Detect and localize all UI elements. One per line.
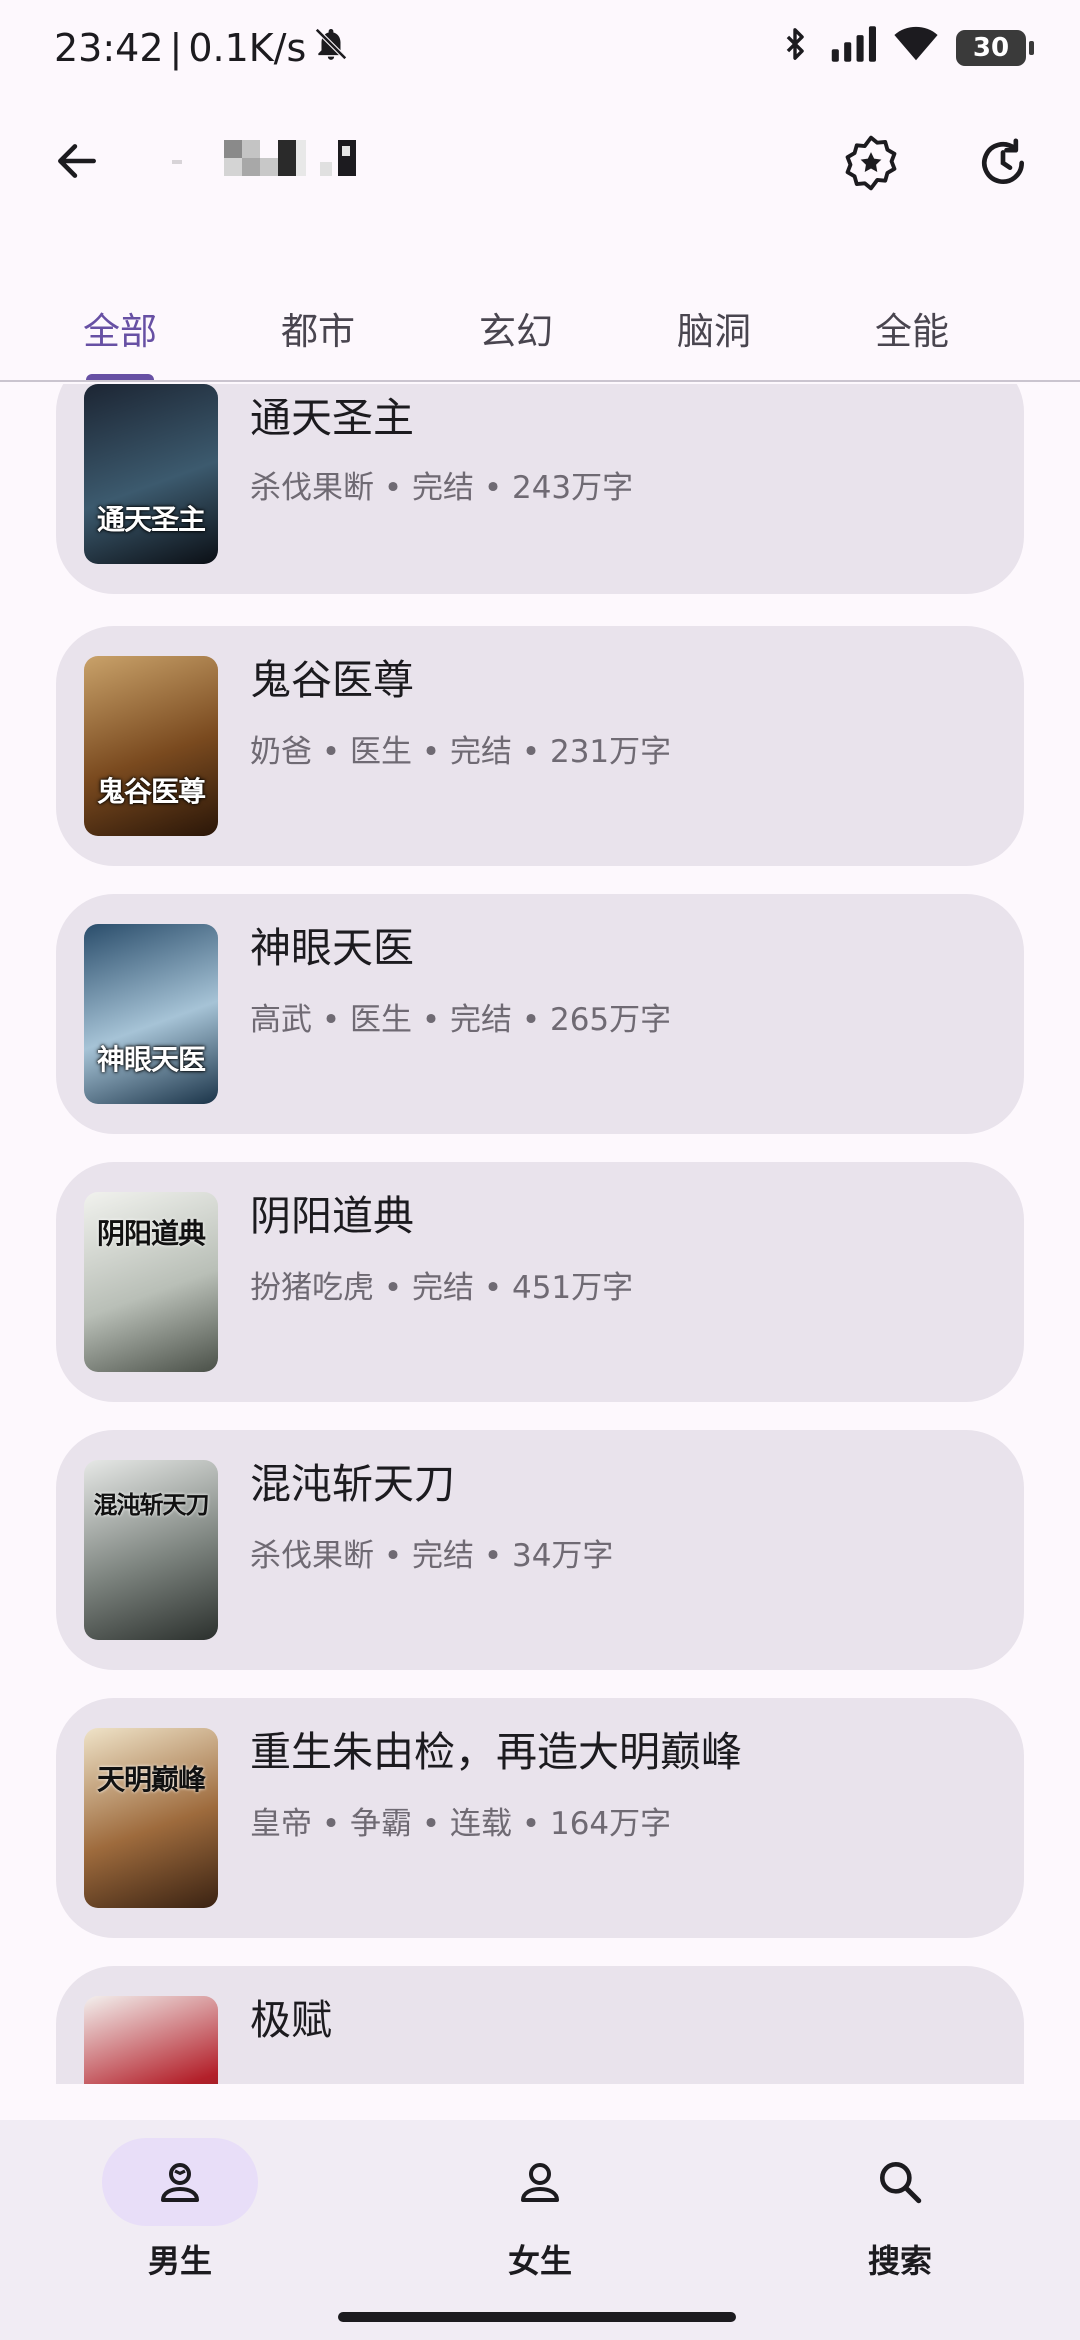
mute-bell-icon [312,25,350,72]
book-meta: 皇帝 • 争霸 • 连载 • 164万字 [250,1806,672,1842]
book-card-5[interactable]: 天明巅峰 重生朱由检，再造大明巅峰 皇帝 • 争霸 • 连载 • 164万字 [56,1698,1024,1938]
wifi-icon [894,26,938,71]
cover-title: 鬼谷医尊 [96,775,206,808]
book-meta: 扮猪吃虎 • 完结 • 451万字 [250,1270,634,1306]
status-time: 23:42 [54,26,164,70]
book-title: 混沌斩天刀 [250,1460,455,1508]
book-title: 重生朱由检，再造大明巅峰 [250,1728,742,1776]
tab-urban[interactable]: 都市 [248,298,388,358]
book-title: 极赋 [250,1996,332,2044]
cover-title: 神眼天医 [96,1043,206,1076]
bluetooth-icon [778,24,812,73]
tab-all[interactable]: 全部 [50,298,190,358]
book-card-2[interactable]: 神眼天医 神眼天医 高武 • 医生 • 完结 • 265万字 [56,894,1024,1134]
battery-icon: 30 [956,30,1034,66]
signal-icon [830,25,876,71]
status-separator: | [169,26,183,70]
book-card-3[interactable]: 阴阳道典 阴阳道典 扮猪吃虎 • 完结 • 451万字 [56,1162,1024,1402]
cover-title: 阴阳道典 [96,1217,206,1250]
nav-male[interactable]: 男生 [60,2138,300,2298]
book-card-4[interactable]: 混沌斩天刀 混沌斩天刀 杀伐果断 • 完结 • 34万字 [56,1430,1024,1670]
search-icon [880,2162,922,2204]
bottom-nav: 男生 女生 搜索 [0,2120,1080,2340]
status-bar: 23:42 | 0.1K/s 30 [0,0,1080,96]
nav-pill [462,2138,618,2226]
favorite-button[interactable] [836,128,906,198]
book-title: 通天圣主 [250,394,414,442]
book-meta: 奶爸 • 医生 • 完结 • 231万字 [250,734,672,770]
nav-label: 男生 [147,2242,212,2280]
book-cover: 阴阳道典 [84,1192,218,1372]
book-cover [84,1996,218,2084]
book-cover: 天明巅峰 [84,1728,218,1908]
book-cover: 通天圣主 [84,384,218,564]
book-meta: 高武 • 医生 • 完结 • 265万字 [250,1002,672,1038]
status-right: 30 [778,24,1034,73]
home-indicator[interactable] [338,2312,736,2322]
book-card-0[interactable]: 通天圣主 通天圣主 杀伐果断 • 完结 • 243万字 [56,384,1024,594]
book-card-1[interactable]: 鬼谷医尊 鬼谷医尊 奶爸 • 医生 • 完结 • 231万字 [56,626,1024,866]
nav-pill [822,2138,978,2226]
nav-search[interactable]: 搜索 [780,2138,1020,2298]
female-user-icon [521,2163,559,2202]
book-title: 神眼天医 [250,924,414,972]
book-title: 鬼谷医尊 [250,656,414,704]
back-button[interactable] [44,128,110,194]
book-cover: 鬼谷医尊 [84,656,218,836]
nav-female[interactable]: 女生 [420,2138,660,2298]
cover-title: 通天圣主 [96,503,206,536]
star-badge-icon [845,135,897,191]
tab-fantasy[interactable]: 玄幻 [446,298,586,358]
page-title-redacted [160,132,400,192]
book-meta: 杀伐果断 • 完结 • 243万字 [250,470,634,506]
book-list: 通天圣主 通天圣主 杀伐果断 • 完结 • 243万字 鬼谷医尊 鬼谷医尊 奶爸… [0,384,1080,2084]
category-tabs: 全部 都市 玄幻 脑洞 全能 宫 [0,270,1080,382]
cover-title: 天明巅峰 [96,1763,206,1796]
status-net-speed: 0.1K/s [188,26,307,70]
book-meta: 杀伐果断 • 完结 • 34万字 [250,1538,614,1574]
battery-level: 30 [972,33,1010,63]
history-icon [982,138,1024,184]
book-cover: 神眼天医 [84,924,218,1104]
tab-palace[interactable]: 宫 [1040,298,1080,358]
tab-all-round[interactable]: 全能 [842,298,982,358]
back-arrow-icon [58,144,96,178]
tab-indicator [86,374,154,380]
app-bar [0,96,1080,226]
male-user-icon [161,2163,199,2202]
book-card-6[interactable]: 极赋 [56,1966,1024,2084]
tab-brainstorm[interactable]: 脑洞 [644,298,784,358]
book-title: 阴阳道典 [250,1192,414,1240]
book-cover: 混沌斩天刀 [84,1460,218,1640]
nav-label: 女生 [507,2242,572,2280]
cover-title: 混沌斩天刀 [93,1490,210,1519]
history-button[interactable] [968,128,1038,198]
nav-pill [102,2138,258,2226]
nav-label: 搜索 [867,2242,932,2280]
status-left: 23:42 | 0.1K/s [54,25,350,72]
